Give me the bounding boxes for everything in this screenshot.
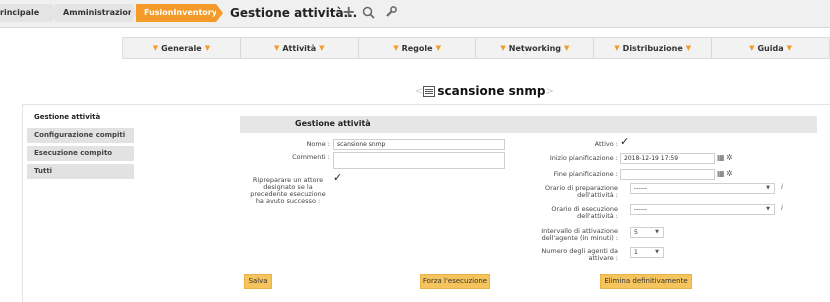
nav-next-icon[interactable]: > <box>545 86 553 97</box>
chevron-down-icon: ▼ <box>766 206 770 212</box>
chevron-down-icon: ▼ <box>766 185 770 191</box>
delete-permanently-button[interactable]: Elimina definitivamente <box>600 274 692 289</box>
chevron-down-icon: ▼ <box>564 44 570 52</box>
wrench-icon[interactable] <box>385 2 398 24</box>
end-schedule-label: Fine pianificazione : <box>553 170 618 178</box>
breadcrumb-administration[interactable]: Amministrazione <box>55 4 139 22</box>
active-checkbox[interactable]: ✓ <box>620 136 629 147</box>
chevron-down-icon: ▼ <box>749 44 755 52</box>
chevron-down-icon: ▼ <box>273 44 280 52</box>
start-schedule-label: Inizio pianificazione : <box>549 154 618 162</box>
exec-time-select[interactable]: ------ ▼ <box>630 204 775 215</box>
prep-time-select[interactable]: ------ ▼ <box>630 183 775 194</box>
nav-configurazione-compiti[interactable]: Configurazione compiti <box>27 128 134 143</box>
reprepare-checkbox[interactable]: ✓ <box>333 172 342 183</box>
agents-select[interactable]: 1 ▼ <box>630 247 664 258</box>
exec-time-label: Orario di esecuzione dell'attività : <box>520 206 618 220</box>
menu-label: Networking <box>508 43 562 53</box>
interval-label: Intervallo di attivazione dell'agente (i… <box>520 228 618 242</box>
content-frame <box>22 104 830 302</box>
breadcrumb-bar: rincipale Amministrazione FusionInventor… <box>0 0 830 28</box>
prep-time-value: ------ <box>634 185 647 192</box>
task-title: scansione snmp <box>437 84 546 98</box>
reprepare-label: Ripreparare un attore designato se la pr… <box>244 177 332 205</box>
menu-attivita[interactable]: ▼ Attività ▼ <box>239 38 358 58</box>
menu-networking[interactable]: ▼ Networking ▼ <box>475 38 593 58</box>
menu-label: Generale <box>161 43 202 53</box>
end-schedule-input[interactable] <box>620 169 715 180</box>
chevron-down-icon: ▼ <box>655 229 659 235</box>
active-label: Attivo : <box>594 140 618 148</box>
reprepare-label-line: ha avuto successo : <box>255 197 321 205</box>
menu-distribuzione[interactable]: ▼ Distribuzione ▼ <box>593 38 711 58</box>
agents-label-line: attivare : <box>588 254 618 262</box>
menu-guida[interactable]: ▼ Guida ▼ <box>711 38 829 58</box>
chevron-down-icon: ▼ <box>152 44 159 52</box>
interval-select[interactable]: 5 ▼ <box>630 227 664 238</box>
breadcrumb-fusioninventory[interactable]: FusionInventory <box>136 4 217 22</box>
interval-label-line: dell'agente (in minuti) : <box>541 234 618 242</box>
interval-value: 5 <box>634 229 638 236</box>
nav-gestione-attivita[interactable]: Gestione attività <box>27 110 134 125</box>
task-list-icon <box>423 85 436 97</box>
calendar-icon[interactable]: ▦ <box>717 169 725 179</box>
menu-label: Distribuzione <box>622 43 683 53</box>
info-icon[interactable]: i <box>781 204 783 212</box>
form-title: Gestione attività <box>295 119 371 128</box>
nav-prev-icon[interactable]: < <box>415 86 423 97</box>
name-input[interactable]: scansione snmp <box>333 139 505 150</box>
info-icon[interactable]: i <box>781 183 783 191</box>
plus-icon[interactable]: + <box>342 2 355 22</box>
save-button[interactable]: Salva <box>244 274 272 289</box>
exec-time-label-line: dell'attività : <box>577 212 618 220</box>
start-schedule-input[interactable]: 2018-12-19 17:59 <box>620 153 715 164</box>
main-menu: ▼ Generale ▼ ▼ Attività ▼ ▼ Regole ▼ ▼ Networki… <box>122 37 830 59</box>
chevron-down-icon: ▼ <box>393 44 399 52</box>
comments-textarea[interactable] <box>333 152 505 169</box>
clear-icon[interactable]: ✲ <box>726 153 733 163</box>
prep-time-label: Orario di preparazione dell'attività : <box>520 185 618 199</box>
chevron-down-icon: ▼ <box>614 44 620 52</box>
clear-icon[interactable]: ✲ <box>726 169 733 179</box>
chevron-down-icon: ▼ <box>204 44 211 52</box>
nav-tutti[interactable]: Tutti <box>27 164 134 179</box>
breadcrumb-separator <box>216 4 223 22</box>
chevron-down-icon: ▼ <box>685 44 692 52</box>
calendar-icon[interactable]: ▦ <box>717 153 725 163</box>
chevron-down-icon: ▼ <box>655 249 659 255</box>
task-title-bar: < scansione snmp > <box>415 82 554 100</box>
menu-label: Regole <box>401 43 433 53</box>
agents-label: Numero degli agenti da attivare : <box>520 248 618 262</box>
prep-time-label-line: dell'attività : <box>577 191 618 199</box>
menu-generale[interactable]: ▼ Generale ▼ <box>123 38 240 58</box>
breadcrumb-home[interactable]: rincipale <box>0 4 52 22</box>
exec-time-value: ------ <box>634 206 647 213</box>
left-navigation: Gestione attività Configurazione compiti… <box>27 110 134 182</box>
menu-label: Attività <box>282 43 317 53</box>
menu-regole[interactable]: ▼ Regole ▼ <box>357 38 476 58</box>
agents-value: 1 <box>634 249 638 256</box>
chevron-down-icon: ▼ <box>500 44 506 52</box>
nav-esecuzione-compito[interactable]: Esecuzione compito <box>27 146 134 161</box>
chevron-down-icon: ▼ <box>435 44 441 52</box>
force-execution-button[interactable]: Forza l'esecuzione <box>420 274 490 289</box>
form-header: Gestione attività <box>240 116 817 133</box>
comments-label: Commenti : <box>292 153 330 161</box>
name-label: Nome : <box>306 140 330 148</box>
page-title[interactable]: Gestione attività... <box>230 6 357 20</box>
chevron-down-icon: ▼ <box>786 44 793 52</box>
search-icon[interactable] <box>362 2 375 25</box>
chevron-down-icon: ▼ <box>319 44 325 52</box>
menu-label: Guida <box>757 43 784 53</box>
